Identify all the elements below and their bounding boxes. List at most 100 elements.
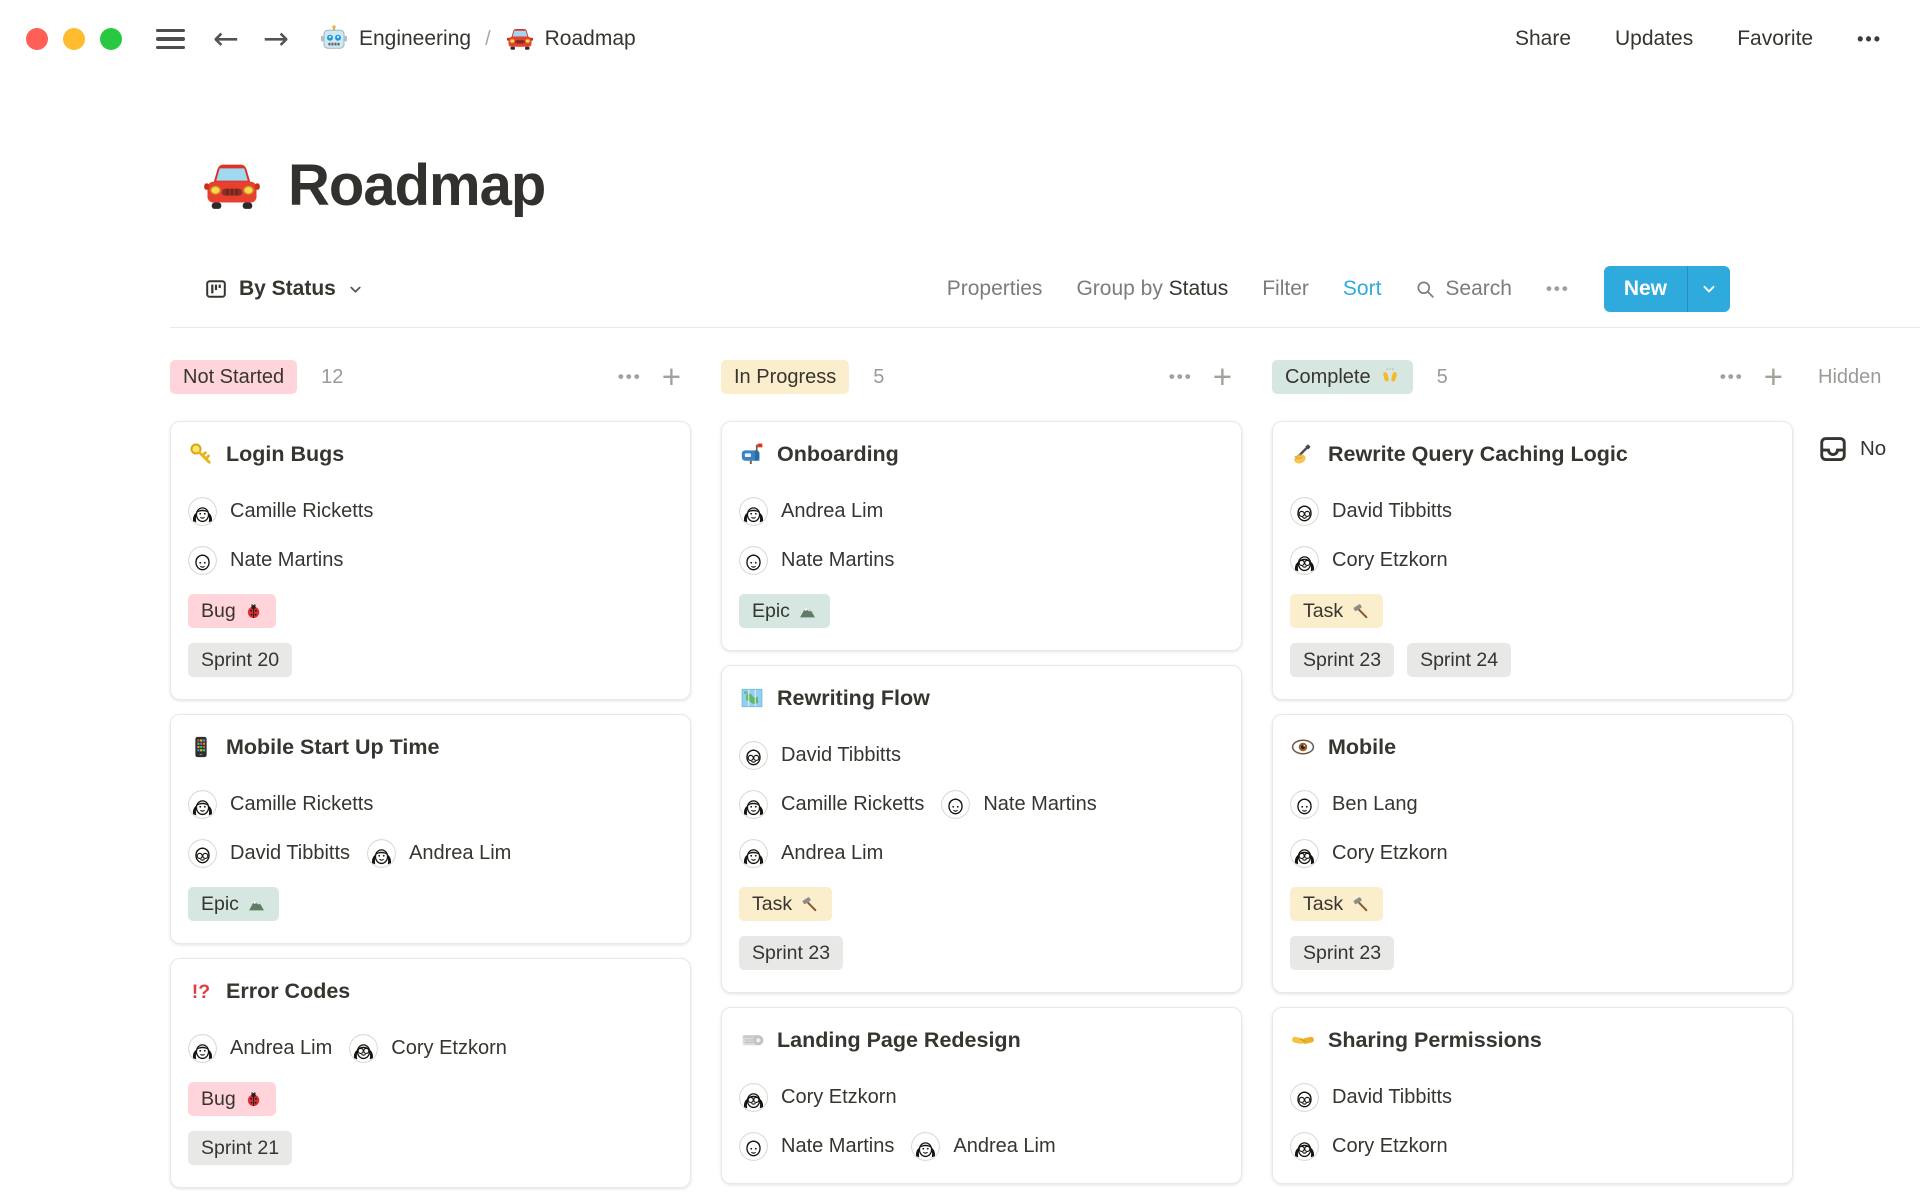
search-icon: [1415, 279, 1436, 300]
board-card[interactable]: !? Error Codes Andrea Lim Cory Etzkorn Bug Sp…: [170, 958, 691, 1188]
eye-icon: [1290, 734, 1316, 760]
column-status-pill[interactable]: Not Started: [170, 360, 298, 394]
properties-button[interactable]: Properties: [947, 277, 1043, 301]
group-by-label: Group by: [1076, 277, 1163, 300]
tag-label: Task: [752, 892, 793, 915]
sort-button[interactable]: Sort: [1343, 277, 1382, 301]
column-status-pill[interactable]: Complete: [1272, 360, 1413, 394]
column-count: 5: [1436, 365, 1448, 388]
person-name: Cory Etzkorn: [391, 1037, 507, 1059]
person: Andrea Lim: [367, 839, 511, 868]
page-title[interactable]: Roadmap: [288, 152, 546, 219]
person: Andrea Lim: [739, 497, 883, 526]
card-person-row: Andrea Lim Cory Etzkorn: [188, 1034, 673, 1063]
tag-bug: Bug: [188, 1082, 276, 1116]
board-card[interactable]: Onboarding Andrea Lim Nate Martins Epic: [721, 421, 1242, 651]
view-switcher[interactable]: By Status: [204, 277, 364, 301]
filter-button[interactable]: Filter: [1262, 277, 1309, 301]
toolbar-divider: [170, 327, 1920, 328]
column-header: Complete 5 ••• +: [1272, 360, 1793, 394]
avatar: [739, 741, 768, 770]
group-by-button[interactable]: Group by Status: [1076, 277, 1228, 301]
board-card[interactable]: Mobile Start Up Time Camille Ricketts Davi…: [170, 714, 691, 944]
board-card[interactable]: Rewriting Flow David Tibbitts Camille Rick…: [721, 665, 1242, 993]
sidebar-menu-icon[interactable]: [156, 28, 185, 50]
board-card[interactable]: Sharing Permissions David Tibbitts Cory Et…: [1272, 1007, 1793, 1184]
toolbar-more-icon[interactable]: •••: [1546, 279, 1570, 299]
board-card[interactable]: Login Bugs Camille Ricketts Nate Martins Bu…: [170, 421, 691, 700]
person-name: Camille Ricketts: [781, 793, 925, 815]
breadcrumb-label: Roadmap: [544, 27, 636, 50]
chevron-down-icon: [347, 281, 364, 298]
tag-sprint-24: Sprint 24: [1407, 643, 1512, 677]
key-icon: [188, 441, 214, 467]
column-more-icon[interactable]: •••: [1720, 367, 1744, 387]
new-button-caret[interactable]: [1687, 266, 1730, 312]
updates-button[interactable]: Updates: [1615, 27, 1693, 51]
search-button[interactable]: Search: [1415, 277, 1512, 301]
breadcrumb-item-engineering[interactable]: Engineering: [319, 24, 471, 54]
avatar: [1290, 1132, 1319, 1161]
board-column-complete: Complete 5 ••• + Rewrite Query Caching Logic…: [1272, 360, 1793, 1188]
column-count: 12: [321, 365, 344, 388]
close-window-button[interactable]: [26, 28, 48, 50]
tag-label: Sprint 24: [1420, 648, 1499, 671]
person-name: David Tibbitts: [781, 744, 902, 766]
person: David Tibbitts: [739, 741, 901, 770]
person: Andrea Lim: [739, 839, 883, 868]
share-button[interactable]: Share: [1515, 27, 1571, 51]
mountain-icon: [798, 602, 817, 621]
breadcrumb-item-roadmap[interactable]: Roadmap: [505, 24, 636, 54]
tag-task: Task: [739, 887, 833, 921]
person: Nate Martins: [188, 546, 343, 575]
group-by-value: Status: [1168, 277, 1229, 300]
avatar: [739, 546, 768, 575]
person: Camille Ricketts: [188, 497, 373, 526]
back-arrow-icon[interactable]: ←: [213, 23, 239, 55]
board-card[interactable]: Landing Page Redesign Cory Etzkorn Nate Ma…: [721, 1007, 1242, 1184]
tag-label: Bug: [201, 599, 236, 622]
person-name: Nate Martins: [781, 1135, 895, 1157]
favorite-button[interactable]: Favorite: [1737, 27, 1813, 51]
card-title-row: Onboarding: [739, 437, 1224, 471]
more-options-icon[interactable]: •••: [1857, 29, 1882, 50]
card-title: Rewriting Flow: [777, 685, 930, 710]
breadcrumb-separator: /: [485, 27, 491, 50]
column-add-icon[interactable]: +: [1213, 360, 1232, 393]
avatar: [1290, 790, 1319, 819]
person-name: Nate Martins: [781, 549, 895, 571]
avatar: [349, 1034, 379, 1063]
column-more-icon[interactable]: •••: [1169, 367, 1193, 387]
robot-icon: [319, 24, 349, 54]
page-header: Roadmap: [0, 152, 1920, 219]
column-status-pill[interactable]: In Progress: [721, 360, 850, 394]
board-card[interactable]: Rewrite Query Caching Logic David Tibbitt…: [1272, 421, 1793, 700]
avatar: [739, 839, 768, 868]
column-add-icon[interactable]: +: [1764, 360, 1783, 393]
person: Ben Lang: [1290, 790, 1418, 819]
person-name: David Tibbitts: [1332, 500, 1453, 522]
board-card[interactable]: Mobile Ben Lang Cory Etzkorn Task Sprint 23: [1272, 714, 1793, 993]
forward-arrow-icon[interactable]: →: [263, 23, 289, 55]
avatar: [188, 546, 217, 575]
card-title: Onboarding: [777, 441, 899, 466]
person: Cory Etzkorn: [1290, 546, 1448, 575]
card-tag-row: Task: [1290, 594, 1775, 628]
column-actions: ••• +: [1720, 360, 1793, 393]
person-name: Andrea Lim: [230, 1037, 333, 1059]
card-title-row: Landing Page Redesign: [739, 1023, 1224, 1057]
hammer-icon: [1351, 602, 1370, 621]
avatar: [367, 839, 396, 868]
minimize-window-button[interactable]: [63, 28, 85, 50]
car-icon[interactable]: [200, 154, 264, 218]
card-tag-row: Epic: [739, 594, 1224, 628]
card-tag-row: Task: [1290, 887, 1775, 921]
hidden-group-no-status[interactable]: No: [1818, 434, 1886, 464]
tag-label: Sprint 23: [1303, 648, 1382, 671]
column-more-icon[interactable]: •••: [618, 367, 642, 387]
tag-label: Sprint 21: [201, 1136, 280, 1159]
new-button[interactable]: New: [1603, 266, 1730, 312]
column-add-icon[interactable]: +: [662, 360, 681, 393]
zoom-window-button[interactable]: [100, 28, 122, 50]
card-title-row: Rewriting Flow: [739, 681, 1224, 715]
